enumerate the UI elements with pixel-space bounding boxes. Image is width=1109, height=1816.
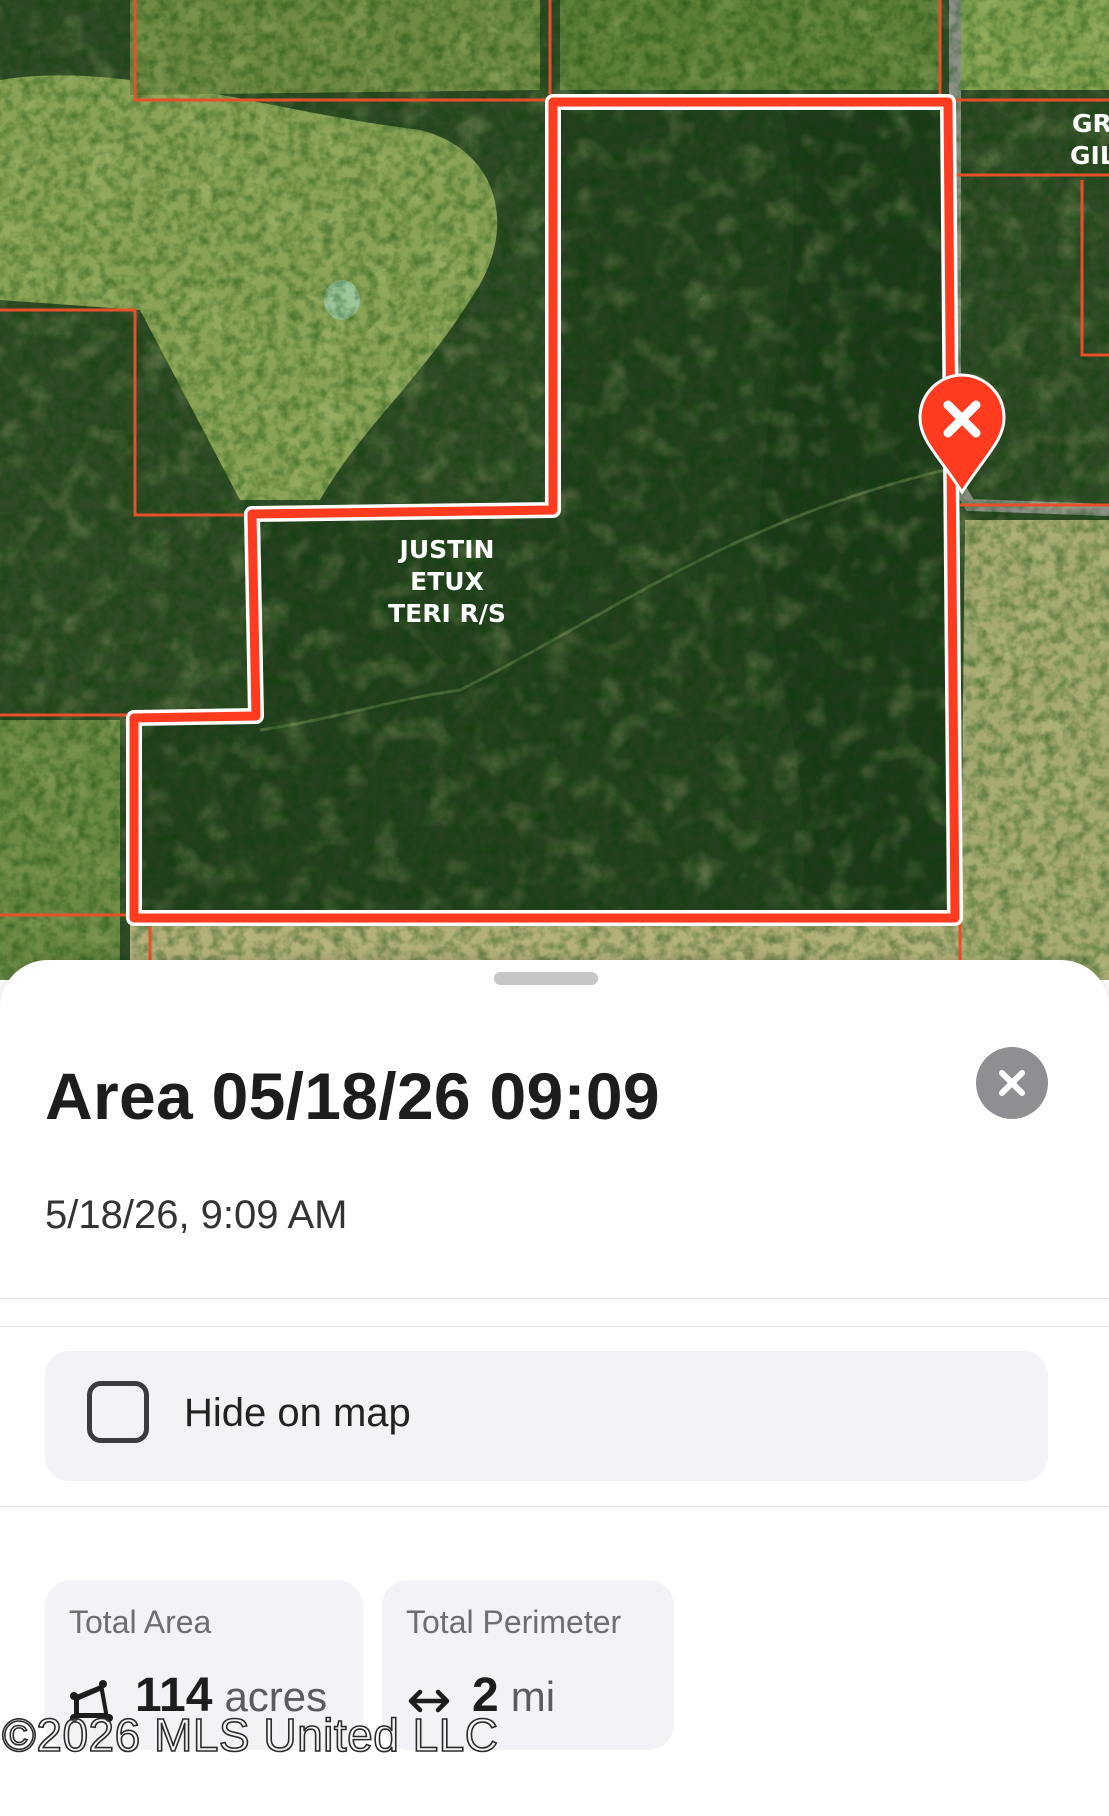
parcel-owner-label: ETUX	[410, 567, 484, 596]
divider	[0, 1298, 1109, 1299]
copyright-watermark: ©2026 MLS United LLC	[1, 1708, 499, 1762]
satellite-map[interactable]: JUSTIN ETUX TERI R/S GR GIL	[0, 0, 1109, 980]
parcel-owner-label: TERI R/S	[388, 599, 506, 628]
hide-on-map-checkbox[interactable]	[87, 1381, 149, 1443]
map-canvas[interactable]: JUSTIN ETUX TERI R/S GR GIL	[0, 0, 1109, 980]
parcel-edge-label: GR	[1072, 109, 1109, 138]
stat-title: Total Area	[69, 1604, 212, 1640]
stat-title: Total Perimeter	[406, 1604, 622, 1640]
stat-unit: mi	[510, 1673, 556, 1720]
parcel-owner-label: JUSTIN	[398, 535, 495, 564]
parcel-edge-label: GIL	[1070, 141, 1109, 170]
area-title: Area 05/18/26 09:09	[45, 1059, 660, 1133]
details-sheet: Area 05/18/26 09:09 5/18/26, 9:09 AM Hid…	[0, 960, 1109, 1816]
close-x-icon	[932, 389, 992, 449]
hide-on-map-label: Hide on map	[184, 1391, 411, 1435]
sheet-drag-handle[interactable]	[494, 972, 598, 985]
close-icon	[999, 1070, 1025, 1096]
area-date: 5/18/26, 9:09 AM	[45, 1193, 348, 1237]
close-button[interactable]	[976, 1047, 1048, 1119]
divider	[0, 1326, 1109, 1327]
divider	[0, 1506, 1109, 1507]
hide-on-map-toggle[interactable]: Hide on map	[45, 1351, 1048, 1481]
